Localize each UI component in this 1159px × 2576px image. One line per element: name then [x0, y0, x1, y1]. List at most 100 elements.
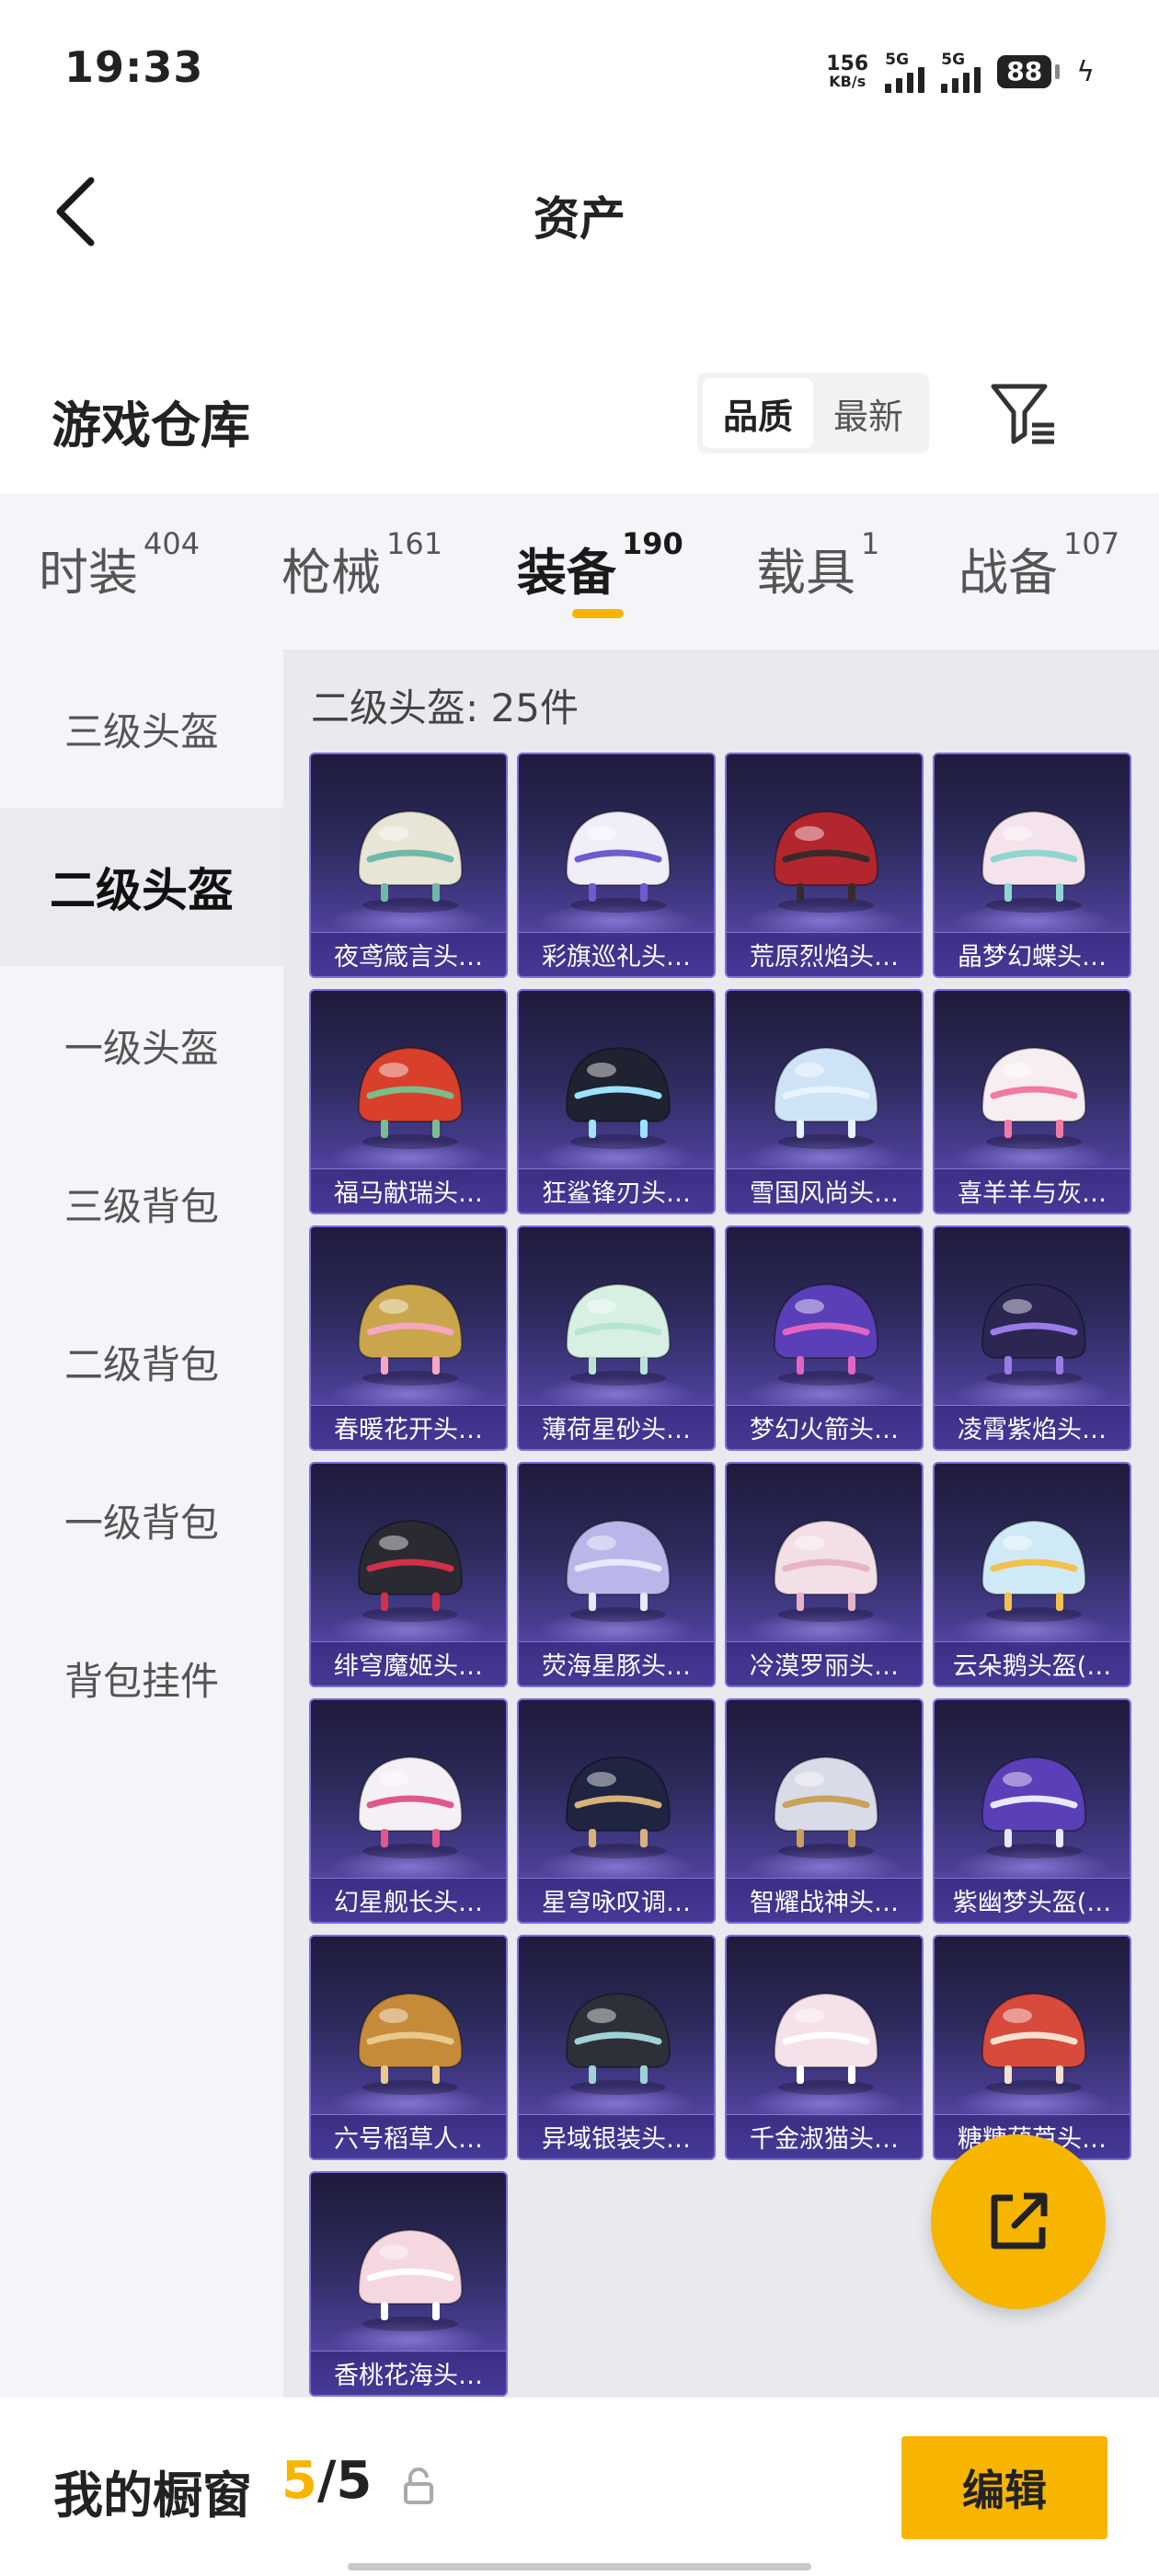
showcase-count: 5/5: [281, 2451, 373, 2511]
sort-quality-button[interactable]: 品质: [703, 378, 813, 448]
tab-indicator: [572, 609, 624, 618]
helmet-icon: [357, 1282, 464, 1386]
item-name: 幻星舰长头…: [311, 1878, 506, 1922]
tab-count: 107: [1063, 526, 1120, 561]
helmet-icon: [357, 810, 464, 913]
filter-icon: [991, 384, 1054, 444]
warehouse-title: 游戏仓库: [52, 397, 250, 454]
item-name: 狂鲨锋刃头…: [519, 1168, 714, 1213]
item-card[interactable]: 夜鸢箴言头…: [309, 753, 508, 978]
item-card[interactable]: 智耀战神头…: [725, 1698, 924, 1924]
sidebar-item-level3-helmet[interactable]: 三级头盔: [0, 650, 283, 808]
item-card[interactable]: 雪国风尚头…: [725, 989, 924, 1214]
sort-toggle: 品质 最新: [697, 373, 929, 454]
tab-gear[interactable]: 战备 107: [958, 526, 1119, 604]
lock-icon: [404, 2467, 433, 2504]
tab-fashion[interactable]: 时装 404: [39, 526, 200, 604]
tab-label: 枪械: [281, 544, 381, 602]
item-card[interactable]: 荧海星豚头…: [517, 1462, 716, 1687]
item-card[interactable]: 冷漠罗丽头…: [725, 1462, 924, 1687]
clock: 19:33: [64, 42, 204, 92]
helmet-icon: [357, 1755, 464, 1858]
helmet-icon: [357, 1992, 464, 2095]
showcase-bar: 我的橱窗 5/5 编辑: [0, 2398, 1159, 2576]
sidebar-item-level2-helmet[interactable]: 二级头盔: [0, 808, 283, 966]
page-title: 资产: [534, 192, 625, 246]
item-card[interactable]: 幻星舰长头…: [309, 1698, 508, 1924]
tab-count: 190: [622, 526, 683, 561]
item-card[interactable]: 喜羊羊与灰…: [933, 989, 1131, 1214]
share-button[interactable]: [931, 2134, 1106, 2309]
item-name: 星穹咏叹调…: [519, 1878, 714, 1922]
tab-equipment[interactable]: 装备 190: [517, 526, 683, 604]
helmet-icon: [981, 1992, 1087, 2095]
helmet-icon: [565, 1519, 671, 1622]
item-name: 六号稻草人…: [311, 2114, 506, 2158]
item-name: 喜羊羊与灰…: [935, 1168, 1130, 1213]
helmet-icon: [773, 1519, 879, 1622]
item-card[interactable]: 糖糖葫芦头…: [933, 1935, 1131, 2160]
showcase-label: 我的橱窗: [53, 2467, 252, 2524]
item-name: 千金淑猫头…: [727, 2114, 922, 2158]
item-card[interactable]: 荒原烈焰头…: [725, 753, 924, 978]
tab-label: 战备: [958, 544, 1058, 602]
charging-icon: ϟ: [1076, 55, 1095, 88]
item-name: 薄荷星砂头…: [519, 1405, 714, 1449]
item-card[interactable]: 异域银装头…: [517, 1935, 716, 2160]
helmet-icon: [773, 1282, 879, 1386]
status-bar: 19:33 156 KB/s 5G 5G 88 ϟ: [0, 0, 1159, 138]
item-card[interactable]: 香桃花海头…: [309, 2171, 508, 2397]
item-card[interactable]: 狂鲨锋刃头…: [517, 989, 716, 1214]
tab-label: 时装: [39, 544, 138, 602]
item-card[interactable]: 六号稻草人…: [309, 1935, 508, 2160]
helmet-icon: [773, 1046, 879, 1149]
sidebar-item-level1-backpack[interactable]: 一级背包: [0, 1441, 283, 1599]
item-name: 荧海星豚头…: [519, 1641, 714, 1685]
home-indicator: [348, 2563, 811, 2570]
item-name: 智耀战神头…: [727, 1878, 922, 1922]
helmet-icon: [357, 1519, 464, 1622]
helmet-icon: [773, 1755, 879, 1858]
item-card[interactable]: 绯穹魔姬头…: [309, 1462, 508, 1687]
item-name: 紫幽梦头盔(…: [935, 1878, 1130, 1922]
tab-label: 载具: [756, 544, 855, 602]
item-name: 冷漠罗丽头…: [727, 1641, 922, 1685]
helmet-icon: [357, 2228, 464, 2331]
helmet-icon: [773, 810, 879, 913]
sidebar-item-level1-helmet[interactable]: 一级头盔: [0, 966, 283, 1124]
item-card[interactable]: 紫幽梦头盔(…: [933, 1698, 1131, 1924]
status-icons: 156 KB/s 5G 5G 88 ϟ: [826, 44, 1095, 99]
item-card[interactable]: 晶梦幻蝶头…: [933, 753, 1131, 978]
battery-icon: 88: [997, 55, 1061, 88]
showcase-current: 5: [281, 2451, 317, 2511]
helmet-icon: [981, 1046, 1087, 1149]
showcase-total: 5: [336, 2451, 373, 2511]
edit-button[interactable]: 编辑: [901, 2436, 1107, 2539]
sidebar-item-level3-backpack[interactable]: 三级背包: [0, 1124, 283, 1282]
tab-vehicles[interactable]: 载具 1: [756, 526, 879, 604]
item-card[interactable]: 薄荷星砂头…: [517, 1225, 716, 1451]
item-card[interactable]: 凌霄紫焰头…: [933, 1225, 1131, 1451]
signal-label-2: 5G: [941, 51, 966, 69]
sidebar-item-level2-backpack[interactable]: 二级背包: [0, 1282, 283, 1441]
helmet-icon: [773, 1992, 879, 2095]
item-card[interactable]: 星穹咏叹调…: [517, 1698, 716, 1924]
item-card[interactable]: 千金淑猫头…: [725, 1935, 924, 2160]
tab-firearms[interactable]: 枪械 161: [281, 526, 442, 604]
item-card[interactable]: 云朵鹅头盔(…: [933, 1462, 1131, 1687]
filter-button[interactable]: [986, 377, 1060, 451]
item-card[interactable]: 春暖花开头…: [309, 1225, 508, 1451]
item-card[interactable]: 彩旗巡礼头…: [517, 753, 716, 978]
helmet-icon: [981, 810, 1087, 913]
item-card[interactable]: 福马献瑞头…: [309, 989, 508, 1214]
category-tabs: 时装 404 枪械 161 装备 190 载具 1 战备 107: [0, 493, 1159, 650]
sidebar-item-backpack-charm[interactable]: 背包挂件: [0, 1599, 283, 1757]
item-name: 云朵鹅头盔(…: [935, 1641, 1130, 1685]
tab-count: 1: [861, 526, 880, 561]
item-name: 晶梦幻蝶头…: [935, 932, 1130, 976]
helmet-icon: [981, 1282, 1087, 1386]
item-name: 彩旗巡礼头…: [519, 932, 714, 976]
item-card[interactable]: 梦幻火箭头…: [725, 1225, 924, 1451]
signal-icon-2: 5G: [941, 51, 981, 93]
sort-newest-button[interactable]: 最新: [813, 378, 924, 448]
